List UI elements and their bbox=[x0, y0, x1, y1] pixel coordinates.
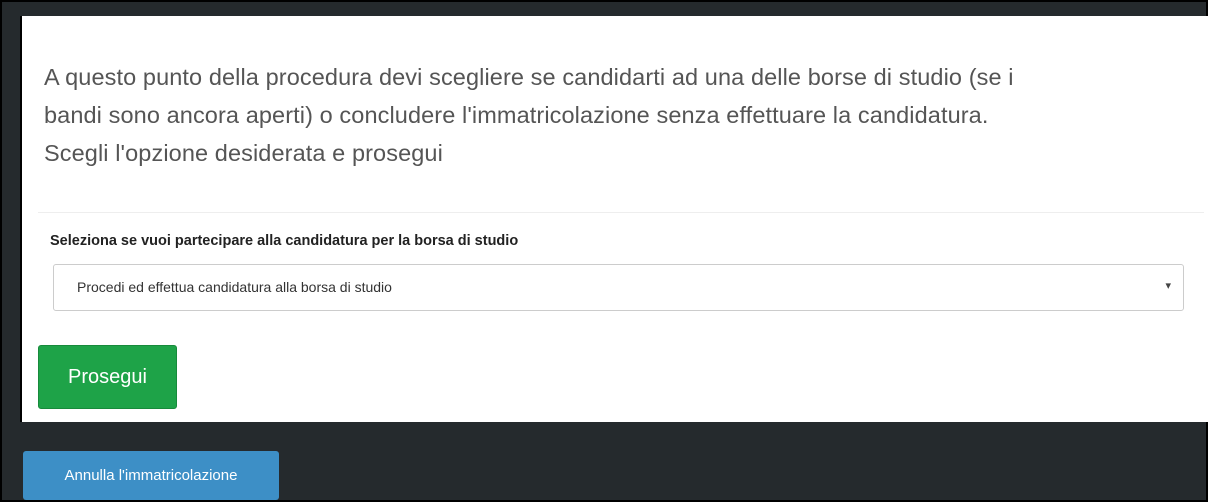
divider bbox=[38, 212, 1204, 213]
intro-line-2: bandi sono ancora aperti) o concludere l… bbox=[44, 102, 989, 128]
selected-option: Procedi ed effettua candidatura alla bor… bbox=[77, 279, 392, 295]
scholarship-select[interactable]: Procedi ed effettua candidatura alla bor… bbox=[53, 264, 1184, 311]
scholarship-select-label: Seleziona se vuoi partecipare alla candi… bbox=[50, 233, 519, 249]
intro-text: A questo punto della procedura devi sceg… bbox=[44, 58, 1184, 172]
intro-line-3: Scegli l'opzione desiderata e prosegui bbox=[44, 140, 443, 166]
intro-line-1: A questo punto della procedura devi sceg… bbox=[44, 64, 1014, 90]
scholarship-panel: A questo punto della procedura devi sceg… bbox=[20, 16, 1208, 422]
page-frame: A questo punto della procedura devi sceg… bbox=[0, 0, 1208, 502]
continue-button[interactable]: Prosegui bbox=[38, 345, 177, 409]
chevron-down-icon: ▾ bbox=[1165, 280, 1171, 292]
cancel-enrollment-button[interactable]: Annulla l'immatricolazione bbox=[23, 451, 279, 500]
